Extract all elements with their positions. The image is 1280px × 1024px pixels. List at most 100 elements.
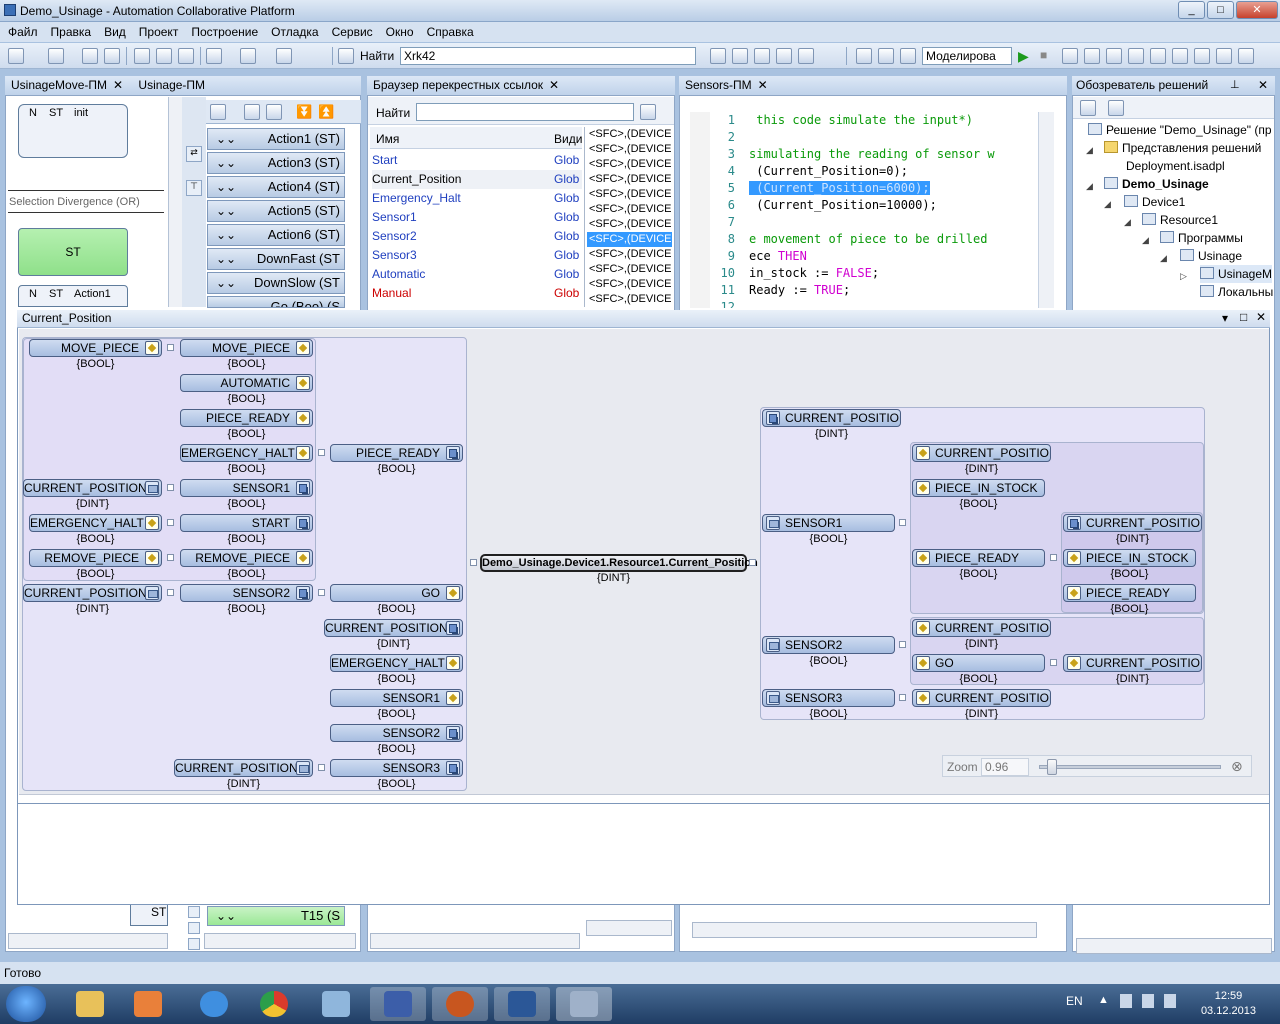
graph-node[interactable]: CURRENT_POSITION — [23, 479, 162, 497]
horizontal-scrollbar[interactable] — [8, 933, 168, 949]
start-button[interactable] — [6, 986, 46, 1022]
graph-node[interactable]: CURRENT_POSITION — [912, 689, 1051, 707]
xref-row[interactable]: Manual Glob — [372, 284, 579, 303]
tree-solution-views[interactable]: Представления решений — [1104, 139, 1261, 157]
graph-node[interactable]: SENSOR3 — [762, 689, 895, 707]
save-icon[interactable] — [82, 48, 98, 64]
save-all-icon[interactable] — [104, 48, 120, 64]
action-item-t15[interactable]: ⌄⌄ T15 (S — [207, 906, 345, 926]
tool-icon[interactable] — [188, 906, 200, 918]
taskbar-chrome[interactable] — [246, 987, 302, 1021]
tab-sensors[interactable]: Sensors-ПМ ✕ — [683, 76, 774, 95]
graph-node[interactable]: EMERGENCY_HALT — [180, 444, 313, 462]
graph-node[interactable]: AUTOMATIC — [180, 374, 313, 392]
step-icon[interactable] — [1062, 48, 1078, 64]
simulation-mode-select[interactable]: Моделирова — [922, 47, 1012, 65]
tree-solution[interactable]: Решение "Demo_Usinage" (пр — [1088, 121, 1272, 139]
tool-icon[interactable] — [710, 48, 726, 64]
collapse-all-icon[interactable]: ⏬ — [296, 104, 312, 120]
close-icon[interactable]: ✕ — [1256, 310, 1266, 324]
cut-icon[interactable] — [134, 48, 150, 64]
find-icon[interactable] — [338, 48, 354, 64]
tab-usinagemove[interactable]: UsinageMove-ПМ ✕ — [9, 76, 129, 95]
xref-reference[interactable]: <SFC>,(DEVICE — [587, 292, 672, 306]
tray-arrow-icon[interactable]: ▲ — [1098, 994, 1109, 1006]
horizontal-scrollbar[interactable] — [586, 920, 672, 936]
step-icon[interactable] — [1172, 48, 1188, 64]
close-icon[interactable]: ✕ — [1258, 78, 1268, 92]
tool-icon[interactable] — [188, 938, 200, 950]
zoom-slider-track[interactable] — [1039, 765, 1221, 769]
graph-node[interactable]: CURRENT_POSITION — [912, 619, 1051, 637]
code-line[interactable]: 3 simulating the reading of sensor w — [685, 146, 995, 163]
horizontal-scrollbar[interactable] — [204, 933, 356, 949]
code-line-selected[interactable]: 5 (Current_Position=6000); — [685, 180, 930, 197]
maximize-icon[interactable]: □ — [1207, 1, 1234, 19]
search-icon[interactable] — [640, 104, 656, 120]
xref-row[interactable]: Start Glob — [372, 151, 579, 170]
graph-node[interactable]: CURRENT_POSITION — [912, 444, 1051, 462]
refresh-icon[interactable] — [1108, 100, 1124, 116]
menu-edit[interactable]: Правка — [51, 25, 92, 39]
navigate-icon[interactable] — [276, 48, 292, 64]
tab-usinage[interactable]: Usinage-ПМ — [136, 76, 211, 95]
taskbar-save-app[interactable] — [370, 987, 426, 1021]
tab-xref[interactable]: Браузер перекрестных ссылок ✕ — [371, 76, 565, 95]
graph-node[interactable]: CURRENT_POSITION — [1063, 514, 1202, 532]
step-icon[interactable] — [1128, 48, 1144, 64]
action-item[interactable]: ⌄⌄ DownSlow (ST — [207, 272, 345, 294]
tree-deployment[interactable]: Deployment.isadpl — [1126, 157, 1225, 175]
tool-icon[interactable] — [754, 48, 770, 64]
expand-all-icon[interactable]: ⏫ — [318, 104, 334, 120]
code-line[interactable]: 9 ece THEN — [685, 248, 807, 265]
graph-node[interactable]: EMERGENCY_HALT — [330, 654, 463, 672]
menu-debug[interactable]: Отладка — [271, 25, 318, 39]
graph-node[interactable]: REMOVE_PIECE — [180, 549, 313, 567]
action-item[interactable]: ⌄⌄ Action6 (ST) — [207, 224, 345, 246]
tree-project[interactable]: Demo_Usinage — [1104, 175, 1209, 193]
taskbar-acp[interactable] — [556, 987, 612, 1021]
xref-reference[interactable]: <SFC>,(DEVICE — [587, 277, 672, 292]
graph-node[interactable]: MOVE_PIECE — [29, 339, 162, 357]
taskbar-isagraf[interactable] — [432, 987, 488, 1021]
graph-node[interactable]: SENSOR2 — [180, 584, 313, 602]
xref-row[interactable]: Emergency_Halt Glob — [372, 189, 579, 208]
graph-node[interactable]: SENSOR1 — [330, 689, 463, 707]
zoom-value-input[interactable]: 0.96 — [981, 758, 1029, 776]
tray-flag-icon[interactable] — [1120, 994, 1132, 1008]
vertical-scrollbar[interactable] — [168, 97, 182, 307]
clock[interactable]: 12:59 03.12.2013 — [1201, 989, 1256, 1019]
tray-network-icon[interactable] — [1142, 994, 1154, 1008]
xref-reference[interactable]: <SFC>,(DEVICE — [587, 202, 672, 217]
xref-reference[interactable]: <SFC>,(DEVICE — [587, 127, 672, 142]
play-icon[interactable]: ▶ — [1018, 48, 1034, 64]
xref-reference[interactable]: <SFC>,(DEVICE — [587, 247, 672, 262]
graph-center-node[interactable]: Demo_Usinage.Device1.Resource1.Current_P… — [480, 554, 758, 572]
graph-node[interactable]: REMOVE_PIECE — [29, 549, 162, 567]
taskbar-explorer[interactable] — [62, 987, 118, 1021]
code-line[interactable]: 7 — [685, 214, 749, 231]
graph-node[interactable]: CURRENT_POSITION — [1063, 654, 1202, 672]
graph-node[interactable]: CURRENT_POSITION — [23, 584, 162, 602]
taskbar-app[interactable] — [308, 987, 364, 1021]
tool-icon[interactable] — [776, 48, 792, 64]
grid-icon[interactable] — [900, 48, 916, 64]
xref-row[interactable]: Automatic Glob — [372, 265, 579, 284]
horizontal-scrollbar[interactable] — [1076, 938, 1272, 954]
xref-row[interactable]: Sensor1 Glob — [372, 208, 579, 227]
sfc-step-action1[interactable]: N ST Action1 — [18, 285, 128, 307]
maximize-icon[interactable]: □ — [1240, 310, 1247, 324]
xref-reference[interactable]: <SFC>,(DEVICE — [587, 142, 672, 157]
graph-node[interactable]: PIECE_IN_STOCK — [912, 479, 1045, 497]
menu-view[interactable]: Вид — [104, 25, 126, 39]
taskbar-media[interactable] — [120, 987, 176, 1021]
graph-node[interactable]: SENSOR2 — [330, 724, 463, 742]
minimize-icon[interactable]: _ — [1178, 1, 1205, 19]
step-icon[interactable] — [1084, 48, 1100, 64]
sfc-step-init[interactable]: N ST init — [18, 104, 128, 158]
step-icon[interactable] — [1216, 48, 1232, 64]
step-icon[interactable] — [1194, 48, 1210, 64]
grid-icon[interactable] — [856, 48, 872, 64]
xref-reference[interactable]: <SFC>,(DEVICE — [587, 172, 672, 187]
graph-node[interactable]: SENSOR3 — [330, 759, 463, 777]
